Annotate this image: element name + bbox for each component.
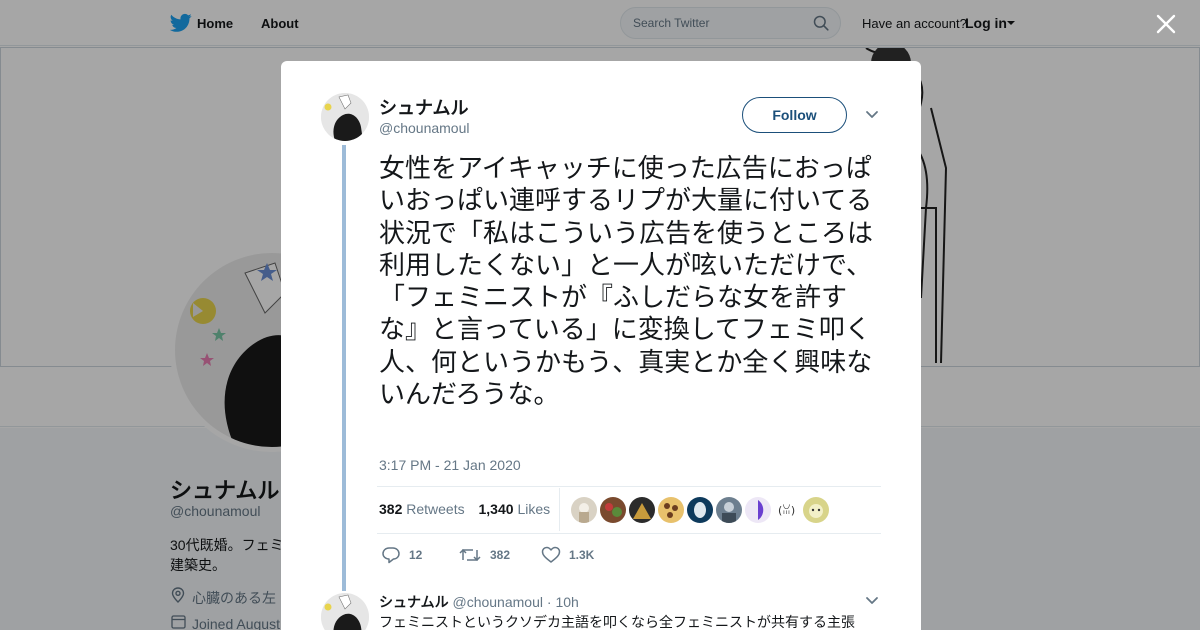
- stats-divider-top: [377, 486, 881, 487]
- author-handle[interactable]: @chounamoul: [379, 120, 470, 136]
- stats-divider-bottom: [377, 533, 881, 534]
- liker-avatar[interactable]: [745, 497, 771, 523]
- retweet-count: 382: [490, 548, 511, 562]
- reply-author-handle[interactable]: @chounamoul: [452, 594, 543, 610]
- thread-connector-line: [342, 145, 346, 591]
- reply-author-avatar[interactable]: [321, 593, 369, 630]
- author-name[interactable]: シュナムル: [379, 94, 468, 120]
- liker-avatar[interactable]: [658, 497, 684, 523]
- stats-separator: [559, 488, 560, 531]
- liker-avatar[interactable]: [687, 497, 713, 523]
- reply-count: 12: [409, 548, 423, 562]
- reply-header: シュナムル @chounamoul · 10h: [379, 592, 579, 612]
- reply-separator: ·: [546, 594, 552, 610]
- liker-avatar[interactable]: [629, 497, 655, 523]
- like-count: 1.3K: [569, 548, 595, 562]
- liker-avatar[interactable]: [803, 497, 829, 523]
- chevron-down-icon[interactable]: [864, 595, 880, 607]
- svg-text:(ꈍ): (ꈍ): [778, 504, 795, 517]
- retweets-stat[interactable]: 382 Retweets: [379, 501, 475, 517]
- liker-avatar[interactable]: [716, 497, 742, 523]
- tweet-timestamp[interactable]: 3:17 PM - 21 Jan 2020: [379, 457, 521, 473]
- retweets-label: Retweets: [406, 501, 465, 517]
- retweet-icon: [459, 548, 481, 562]
- author-avatar-image: [321, 93, 369, 141]
- reply-icon: [382, 547, 400, 564]
- reply-age[interactable]: 10h: [555, 594, 578, 610]
- likes-count: 1,340: [478, 501, 514, 517]
- liker-avatar[interactable]: [571, 497, 597, 523]
- author-avatar[interactable]: [321, 93, 369, 141]
- reply-text: フェミニストというクソデカ主語を叩くなら全フェミニストが共有する主張: [379, 615, 855, 630]
- tweet-modal: シュナムル @chounamoul Follow 女性をアイキャッチに使った広告…: [281, 61, 921, 630]
- heart-icon: [541, 546, 561, 563]
- chevron-down-icon[interactable]: [864, 109, 880, 121]
- tweet-text: 女性をアイキャッチに使った広告におっぱいおっぱい連呼するリプが大量に付いてる状況…: [379, 154, 874, 411]
- follow-button[interactable]: Follow: [742, 97, 847, 133]
- liker-avatar[interactable]: [600, 497, 626, 523]
- reply-avatar-image: [321, 593, 369, 630]
- likes-label: Likes: [517, 501, 551, 517]
- tweet-stats: 382 Retweets 1,340 Likes: [379, 501, 560, 519]
- reply-author-name[interactable]: シュナムル: [379, 594, 449, 610]
- retweets-count: 382: [379, 501, 403, 517]
- liker-avatar[interactable]: (ꈍ): [774, 497, 800, 523]
- close-icon[interactable]: [1154, 12, 1178, 36]
- likes-stat[interactable]: 1,340 Likes: [479, 501, 561, 517]
